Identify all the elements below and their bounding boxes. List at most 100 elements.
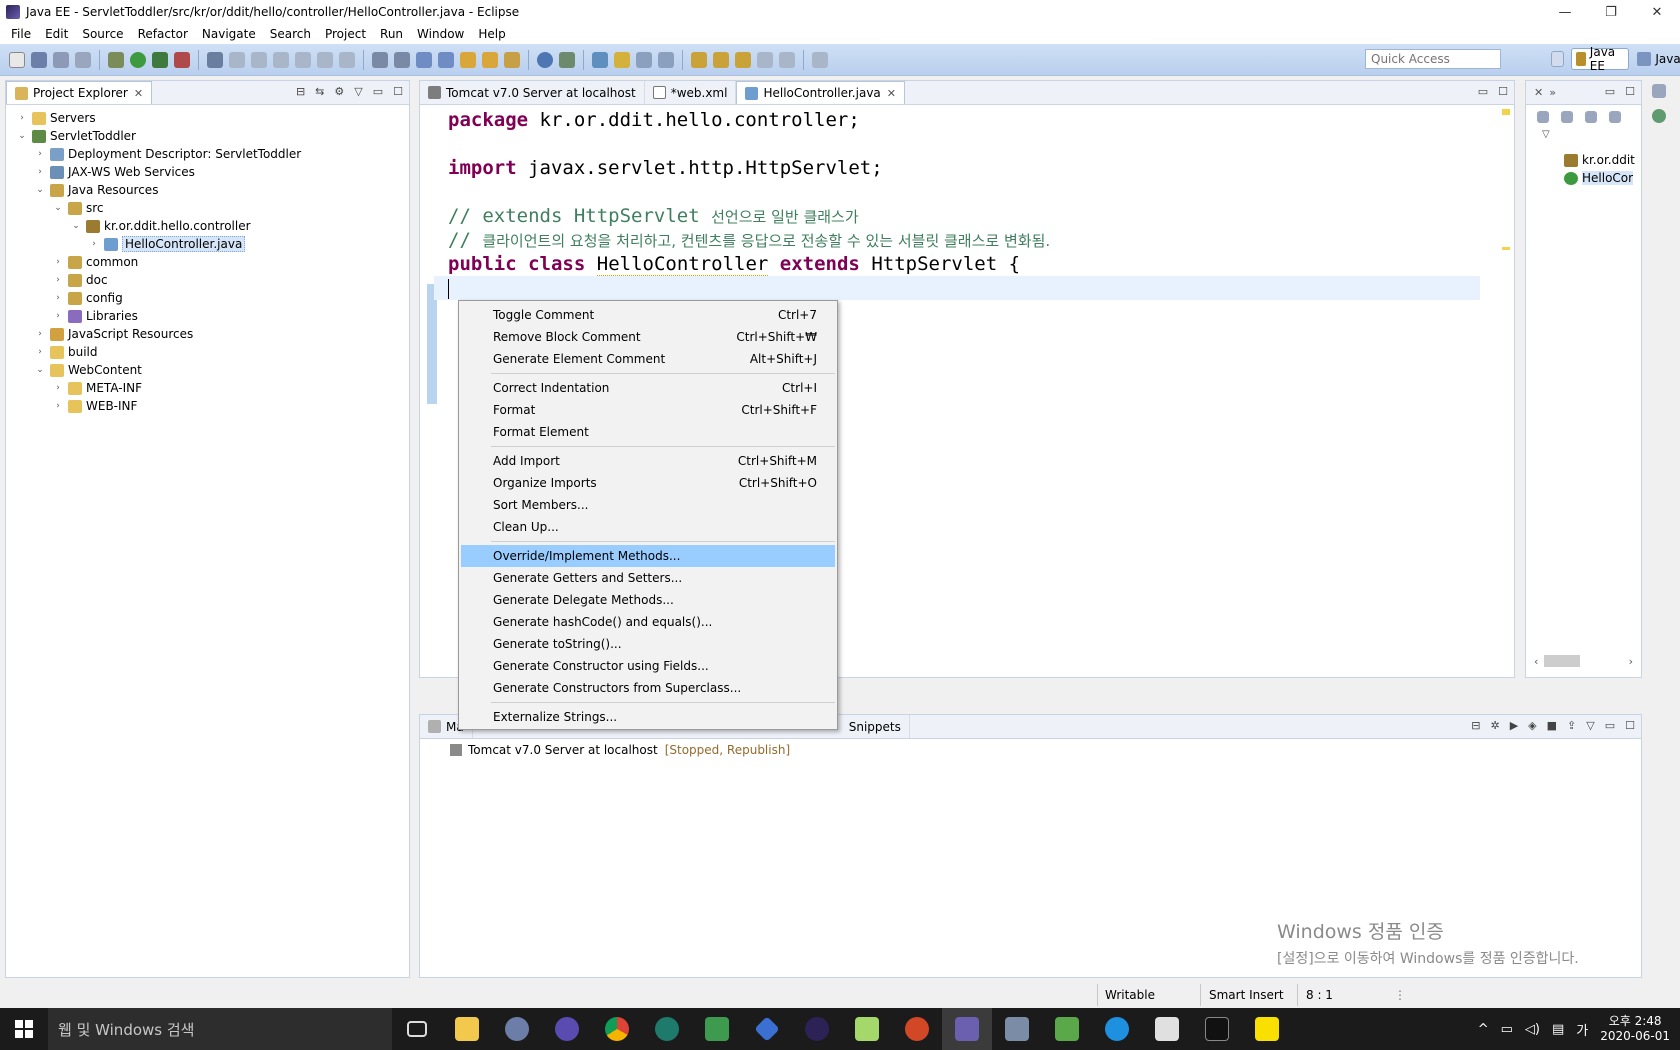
last-edit-location-icon[interactable] xyxy=(735,51,751,68)
print-icon[interactable] xyxy=(75,51,91,68)
context-menu-item[interactable]: Generate Delegate Methods... xyxy=(459,589,837,611)
tree-item[interactable]: › WEB-INF xyxy=(6,397,409,415)
debug-icon[interactable] xyxy=(108,51,124,68)
perspective-java[interactable]: Java xyxy=(1633,48,1680,70)
context-menu-item[interactable]: Sort Members... xyxy=(459,494,837,516)
toggle-highlight-icon[interactable] xyxy=(614,51,630,68)
toggle-mark-occurrences-icon[interactable] xyxy=(592,51,608,68)
toggle-block-selection-icon[interactable] xyxy=(636,51,652,68)
link-editor-icon[interactable] xyxy=(559,51,575,68)
taskbar-powerpoint[interactable] xyxy=(892,1008,942,1050)
menu-help[interactable]: Help xyxy=(471,27,512,41)
scroll-left-icon[interactable]: ‹ xyxy=(1534,655,1538,669)
taskbar-eclipse[interactable] xyxy=(542,1008,592,1050)
context-menu-item[interactable]: Generate toString()... xyxy=(459,633,837,655)
maximize-view-icon[interactable]: ☐ xyxy=(1498,85,1508,98)
restore-button[interactable]: ❐ xyxy=(1588,0,1634,24)
tree-item[interactable]: › config xyxy=(6,289,409,307)
context-menu-item[interactable]: Format Element xyxy=(459,421,837,443)
tab-hello-controller[interactable]: HelloController.java ✕ xyxy=(736,81,905,104)
context-menu-item[interactable]: Correct Indentation Ctrl+I xyxy=(459,377,837,399)
suspend-icon[interactable] xyxy=(251,51,267,68)
minimize-view-icon[interactable]: ▭ xyxy=(1478,85,1488,98)
taskbar-app-8[interactable] xyxy=(792,1008,842,1050)
context-menu-item[interactable]: Externalize Strings... xyxy=(459,706,837,728)
close-icon[interactable]: ✕ xyxy=(1534,86,1543,99)
view-menu-icon[interactable]: ▽ xyxy=(354,85,362,98)
tree-item[interactable]: ⌄ ServletToddler xyxy=(6,127,409,145)
tree-item[interactable]: › Deployment Descriptor: ServletToddler xyxy=(6,145,409,163)
open-perspective-icon[interactable] xyxy=(1551,51,1564,67)
new-server-icon[interactable] xyxy=(416,51,432,68)
open-task-icon[interactable] xyxy=(394,51,410,68)
external-tools-icon[interactable] xyxy=(174,51,190,68)
chevron-right-icon[interactable]: › xyxy=(52,257,64,267)
quick-access-input[interactable] xyxy=(1365,49,1501,69)
chevron-down-icon[interactable]: ⌄ xyxy=(34,185,46,195)
menu-run[interactable]: Run xyxy=(373,27,410,41)
chevron-down-icon[interactable]: ⌄ xyxy=(52,203,64,213)
server-row[interactable]: Tomcat v7.0 Server at localhost [Stopped… xyxy=(450,743,790,757)
run-config-icon[interactable] xyxy=(152,51,168,68)
menu-file[interactable]: File xyxy=(4,27,38,41)
scrollbar-thumb[interactable] xyxy=(1544,655,1581,667)
start-server-icon[interactable]: ▶ xyxy=(1510,719,1518,732)
restore-view-icon[interactable] xyxy=(1652,84,1666,98)
collapse-all-icon[interactable]: ⊟ xyxy=(296,85,305,98)
new-icon[interactable] xyxy=(9,51,25,68)
tab-snippets[interactable]: Snippets xyxy=(841,715,910,738)
palette-icon[interactable] xyxy=(1652,109,1666,123)
tree-item[interactable]: › common xyxy=(6,253,409,271)
forward-icon[interactable] xyxy=(779,51,795,68)
maximize-view-icon[interactable]: ☐ xyxy=(1625,85,1635,98)
hide-fields-icon[interactable] xyxy=(1585,111,1597,123)
minimize-view-icon[interactable]: ▭ xyxy=(1605,85,1615,98)
perspective-java-ee[interactable]: Java EE xyxy=(1570,45,1630,73)
tab-web-xml[interactable]: *web.xml xyxy=(645,81,737,104)
sort-icon[interactable] xyxy=(1537,111,1549,123)
start-button[interactable] xyxy=(0,1008,48,1050)
taskbar-kakaotalk[interactable] xyxy=(1242,1008,1292,1050)
chevron-right-icon[interactable]: › xyxy=(34,149,46,159)
taskbar-app-13[interactable] xyxy=(1042,1008,1092,1050)
tree-item[interactable]: › doc xyxy=(6,271,409,289)
chevron-right-icon[interactable]: › xyxy=(52,311,64,321)
taskbar-app-5[interactable] xyxy=(642,1008,692,1050)
skip-breakpoints-icon[interactable] xyxy=(207,51,223,68)
step-into-icon[interactable] xyxy=(295,51,311,68)
taskbar-explorer[interactable] xyxy=(442,1008,492,1050)
pin-editor-icon[interactable] xyxy=(812,51,828,68)
run-icon[interactable] xyxy=(130,51,146,68)
chevron-right-icon[interactable]: › xyxy=(34,167,46,177)
menu-search[interactable]: Search xyxy=(263,27,318,41)
taskbar-app-7[interactable] xyxy=(742,1008,792,1050)
maximize-view-icon[interactable]: ☐ xyxy=(1625,719,1635,732)
collapse-all-icon[interactable] xyxy=(1561,111,1573,123)
taskbar-chrome[interactable] xyxy=(592,1008,642,1050)
open-resource-icon[interactable] xyxy=(482,51,498,68)
chevron-right-icon[interactable]: › xyxy=(34,347,46,357)
chevron-down-icon[interactable]: ⌄ xyxy=(34,365,46,375)
tree-item[interactable]: ⌄ WebContent xyxy=(6,361,409,379)
tab-outline[interactable]: ✕ » xyxy=(1526,81,1564,104)
minimize-view-icon[interactable]: ▭ xyxy=(373,85,383,98)
volume-icon[interactable]: ◁) xyxy=(1525,1022,1540,1037)
next-annotation-icon[interactable] xyxy=(691,51,707,68)
minimize-button[interactable]: — xyxy=(1542,0,1588,24)
publish-icon[interactable]: ⇪ xyxy=(1567,719,1576,732)
chevron-right-icon[interactable]: › xyxy=(34,329,46,339)
context-menu-item[interactable]: Generate hashCode() and equals()... xyxy=(459,611,837,633)
new-java-project-icon[interactable] xyxy=(438,51,454,68)
filter-icon[interactable]: ⚙ xyxy=(334,85,344,98)
close-icon[interactable]: ✕ xyxy=(887,87,896,100)
taskbar-app-6[interactable] xyxy=(692,1008,742,1050)
web-browser-icon[interactable] xyxy=(537,51,553,68)
scroll-right-icon[interactable]: › xyxy=(1629,655,1633,669)
context-menu-item[interactable]: Toggle Comment Ctrl+7 xyxy=(459,304,837,326)
ime-indicator[interactable]: 가 xyxy=(1576,1020,1588,1039)
search-icon[interactable] xyxy=(504,51,520,68)
taskbar-app-12[interactable] xyxy=(992,1008,1042,1050)
task-view-button[interactable] xyxy=(392,1008,442,1050)
taskbar-search[interactable]: 웹 및 Windows 검색 xyxy=(48,1008,392,1050)
menu-refactor[interactable]: Refactor xyxy=(131,27,195,41)
